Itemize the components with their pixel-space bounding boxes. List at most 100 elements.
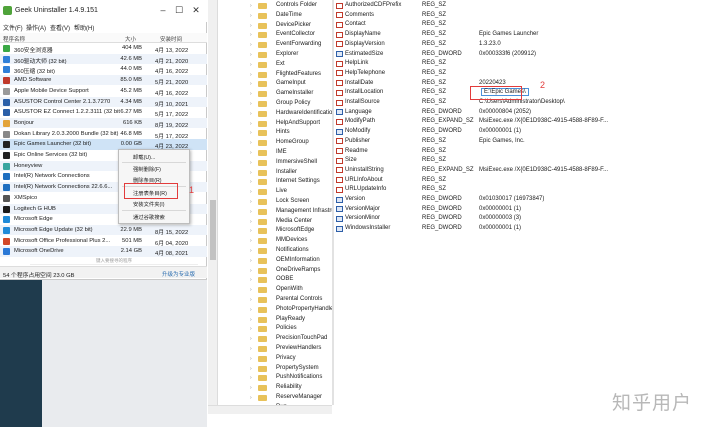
expand-icon[interactable]: › [250,3,252,9]
tree-key[interactable]: › PrecisionTouchPad [250,334,332,344]
expand-icon[interactable]: › [250,189,252,195]
program-row[interactable]: Bonjour 616 KB 8月 19, 2022 [0,117,207,129]
program-row[interactable]: 360压缩 (32 bit) 44.0 MB 4月 16, 2022 [0,64,207,75]
tree-key[interactable]: › EventCollector [250,30,332,40]
menu-view[interactable]: 查看(V) [50,23,70,32]
tree-key[interactable]: › Ext [250,60,332,70]
registry-value-row[interactable]: WindowsInstaller REG_DWORD 0x00000001 (1) [334,224,720,234]
tree-key[interactable]: › Group Policy [250,99,332,109]
expand-icon[interactable]: › [250,248,252,254]
tree-key[interactable]: › GameInstaller [250,89,332,99]
tree-key[interactable]: › Reliability [250,383,332,393]
tree-key[interactable]: › Controls Folder [250,1,332,11]
registry-value-row[interactable]: DisplayVersion REG_SZ 1.3.23.0 [334,40,720,50]
program-row[interactable]: Apple Mobile Device Support 45.2 MB 4月 16,… [0,86,207,97]
tree-key[interactable]: › Lock Screen [250,197,332,207]
expand-icon[interactable]: › [250,13,252,19]
tree-key[interactable]: › Media Center [250,217,332,227]
tree-scrollbar[interactable] [208,0,218,410]
registry-value-row[interactable]: Readme REG_SZ [334,147,720,157]
expand-icon[interactable]: › [250,317,252,323]
expand-icon[interactable]: › [250,238,252,244]
expand-icon[interactable]: › [250,346,252,352]
tree-key[interactable]: › FlightedFeatures [250,70,332,80]
registry-value-row[interactable]: AuthorizedCDFPrefix REG_SZ [334,1,720,11]
menu-uninstall[interactable]: 卸载(U)... [133,153,155,161]
tree-key[interactable]: › Explorer [250,50,332,60]
tree-key[interactable]: › Internet Settings [250,177,332,187]
tree-key[interactable]: › PlayReady [250,315,332,325]
tree-key[interactable]: › Live [250,187,332,197]
registry-value-row[interactable]: InstallSource REG_SZ C:\Users\Administrato… [334,98,720,108]
expand-icon[interactable]: › [250,395,252,401]
tree-key[interactable]: › Hints [250,128,332,138]
tree-key[interactable]: › EventForwarding [250,40,332,50]
expand-icon[interactable]: › [250,52,252,58]
menu-help[interactable]: 帮助(H) [74,23,94,32]
registry-value-row[interactable]: DisplayName REG_SZ Epic Games Launcher [334,30,720,40]
registry-value-row[interactable]: Size REG_SZ [334,156,720,166]
program-row[interactable]: Dokan Library 2.0.3.2000 Bundle (32 bit)… [0,129,207,140]
tree-horizontal-scrollbar[interactable] [208,405,332,414]
scrollbar-thumb[interactable] [210,200,216,260]
minimize-button[interactable]: – [155,4,171,17]
tree-key[interactable]: › PropertySystem [250,364,332,374]
registry-value-row[interactable]: Version REG_DWORD 0x01030017 (16973847) [334,195,720,205]
expand-icon[interactable]: › [250,366,252,372]
expand-icon[interactable]: › [250,101,252,107]
expand-icon[interactable]: › [250,199,252,205]
expand-icon[interactable]: › [250,258,252,264]
menu-force-remove[interactable]: 强制删除(F) [133,165,161,173]
expand-icon[interactable]: › [250,23,252,29]
tree-key[interactable]: › Management Infrastructure [250,207,332,217]
tree-key[interactable]: › GameInput [250,79,332,89]
expand-icon[interactable]: › [250,385,252,391]
registry-value-row[interactable]: HelpTelephone REG_SZ [334,69,720,79]
tree-key[interactable]: › ImmersiveShell [250,158,332,168]
tree-key[interactable]: › PhotoPropertyHandler [250,305,332,315]
expand-icon[interactable]: › [250,228,252,234]
registry-value-row[interactable]: URLInfoAbout REG_SZ [334,176,720,186]
program-row[interactable]: AMD Software 85.0 MB 5月 21, 2020 [0,75,207,86]
column-name[interactable]: 程序名称 [3,35,25,43]
upgrade-link[interactable]: 升级为专业版 [162,270,195,278]
tree-key[interactable]: › DevicePicker [250,21,332,31]
search-input[interactable]: 键入要搜寻的程序 [30,258,198,265]
registry-value-row[interactable]: Contact REG_SZ [334,20,720,30]
tree-key[interactable]: › DateTime [250,11,332,21]
expand-icon[interactable]: › [250,62,252,68]
menu-action[interactable]: 操作(A) [26,23,46,32]
tree-key[interactable]: › HelpAndSupport [250,119,332,129]
tree-key[interactable]: › IME [250,148,332,158]
expand-icon[interactable]: › [250,307,252,313]
program-row[interactable]: 360安全浏览器 404 MB 4月 13, 2022 [0,43,207,54]
expand-icon[interactable]: › [250,375,252,381]
registry-value-row[interactable]: NoModify REG_DWORD 0x00000001 (1) [334,127,720,137]
registry-value-row[interactable]: URLUpdateInfo REG_SZ [334,185,720,195]
tree-key[interactable]: › OneDriveRamps [250,266,332,276]
expand-icon[interactable]: › [250,170,252,176]
registry-value-row[interactable]: VersionMinor REG_DWORD 0x00000003 (3) [334,214,720,224]
expand-icon[interactable]: › [250,130,252,136]
program-row[interactable]: ASUSTOR EZ Connect 1.2.2.3111 (32 bit) 6.… [0,107,207,118]
maximize-button[interactable]: ☐ [171,4,187,17]
expand-icon[interactable]: › [250,111,252,117]
registry-value-row[interactable]: UninstallString REG_EXPAND_SZ MsiExec.exe … [334,166,720,176]
expand-icon[interactable]: › [250,326,252,332]
program-row[interactable]: Microsoft OneDrive 2.14 GB 4月 08, 2021 [0,246,207,257]
tree-key[interactable]: › HardwareIdentification [250,109,332,119]
column-size[interactable]: 大小 [125,35,136,43]
tree-key[interactable]: › OEMInformation [250,256,332,266]
tree-key[interactable]: › Privacy [250,354,332,364]
expand-icon[interactable]: › [250,121,252,127]
expand-icon[interactable]: › [250,160,252,166]
expand-icon[interactable]: › [250,336,252,342]
tree-key[interactable]: › MMDevices [250,236,332,246]
tree-key[interactable]: › OpenWith [250,285,332,295]
expand-icon[interactable]: › [250,209,252,215]
expand-icon[interactable]: › [250,297,252,303]
registry-value-row[interactable]: InstallLocation REG_SZ E:\Epic Games\ [334,88,720,98]
expand-icon[interactable]: › [250,287,252,293]
expand-icon[interactable]: › [250,277,252,283]
tree-key[interactable]: › Parental Controls [250,295,332,305]
